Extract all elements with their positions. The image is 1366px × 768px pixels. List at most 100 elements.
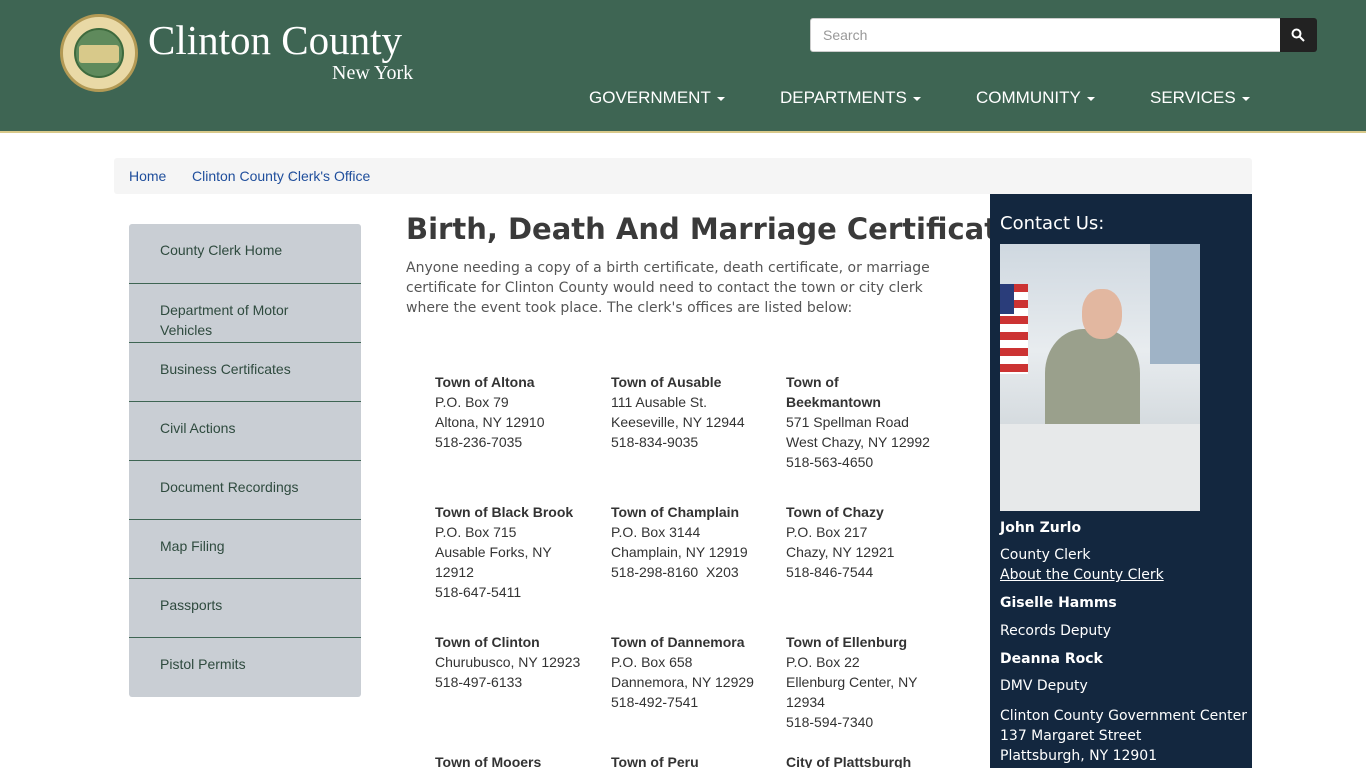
chevron-down-icon (716, 96, 725, 101)
town-entry-peru: Town of Peru (611, 752, 771, 768)
town-line: 518-594-7340 (786, 714, 874, 730)
breadcrumb-current[interactable]: Clinton County Clerk's Office (192, 168, 370, 184)
county-seal-logo[interactable] (60, 14, 138, 92)
town-line: 518-492-7541 (611, 694, 699, 710)
town-entry-clinton: Town of Clinton Churubusco, NY 12923 518… (435, 632, 595, 692)
nav-departments-label: DEPARTMENTS (780, 88, 907, 107)
search-input[interactable] (810, 18, 1281, 52)
town-entry-altona: Town of Altona P.O. Box 79 Altona, NY 12… (435, 372, 595, 452)
town-line: P.O. Box 658 (611, 654, 693, 670)
town-name: Town of Champlain (611, 504, 740, 520)
nav-community[interactable]: COMMUNITY (976, 88, 1095, 114)
town-line: Keeseville, NY 12944 (611, 414, 745, 430)
sidebar-item-label: Passports (160, 597, 223, 613)
sidebar-item-document-recordings[interactable]: Document Recordings (129, 461, 361, 520)
nav-services[interactable]: SERVICES (1150, 88, 1250, 114)
chevron-down-icon (1241, 96, 1250, 101)
seal-band (79, 45, 119, 63)
deputy2-role: DMV Deputy (1000, 678, 1088, 694)
page-title: Birth, Death And Marriage Certificates (406, 212, 1035, 246)
town-line: Churubusco, NY 12923 (435, 654, 581, 670)
town-line: P.O. Box 217 (786, 524, 868, 540)
photo-window (1150, 244, 1200, 364)
sidebar-item-label: Civil Actions (160, 420, 236, 436)
site-title[interactable]: Clinton County (148, 16, 402, 64)
town-entry-plattsburgh: City of Plattsburgh (786, 752, 946, 768)
town-name: Town of Mooers (435, 754, 542, 768)
sidebar-item-passports[interactable]: Passports (129, 579, 361, 638)
search-icon (1291, 28, 1305, 42)
address-line-1: Clinton County Government Center (1000, 708, 1247, 724)
town-entry-beekmantown: Town of Beekmantown 571 Spellman Road We… (786, 372, 936, 472)
town-entry-black-brook: Town of Black Brook P.O. Box 715 Ausable… (435, 502, 595, 602)
town-entry-chazy: Town of Chazy P.O. Box 217 Chazy, NY 129… (786, 502, 946, 582)
town-line: 571 Spellman Road (786, 414, 909, 430)
clerk-role: County Clerk (1000, 547, 1091, 563)
town-entry-ellenburg: Town of Ellenburg P.O. Box 22 Ellenburg … (786, 632, 936, 732)
town-entry-champlain: Town of Champlain P.O. Box 3144 Champlai… (611, 502, 771, 582)
town-line: 518-647-5411 (435, 584, 522, 600)
address-line-2: 137 Margaret Street (1000, 728, 1142, 744)
county-clerk-photo (1000, 244, 1200, 511)
sidebar-item-dmv[interactable]: Department of Motor Vehicles (129, 284, 361, 343)
nav-departments[interactable]: DEPARTMENTS (780, 88, 921, 114)
address-line-3: Plattsburgh, NY 12901 (1000, 748, 1158, 764)
town-name: Town of Dannemora (611, 634, 745, 650)
town-name: Town of Altona (435, 374, 535, 390)
town-entry-mooers: Town of Mooers (435, 752, 595, 768)
photo-flag-canton (1000, 284, 1014, 314)
sidebar-nav: County Clerk Home Department of Motor Ve… (129, 224, 361, 697)
town-line: 518-563-4650 (786, 454, 874, 470)
deputy2-name: Deanna Rock (1000, 651, 1103, 667)
clerk-name: John Zurlo (1000, 520, 1082, 536)
town-name: Town of Peru (611, 754, 699, 768)
town-name: Town of Black Brook (435, 504, 574, 520)
town-entry-ausable: Town of Ausable 111 Ausable St. Keesevil… (611, 372, 771, 452)
town-line: Champlain, NY 12919 (611, 544, 748, 560)
nav-government[interactable]: GOVERNMENT (589, 88, 725, 114)
search-button[interactable] (1280, 18, 1317, 52)
photo-person (1045, 329, 1140, 439)
town-line: Ellenburg Center, NY 12934 (786, 674, 918, 710)
town-name: City of Plattsburgh (786, 754, 912, 768)
breadcrumb: Home / Clinton County Clerk's Office (114, 158, 1252, 194)
sidebar-item-label: Document Recordings (160, 479, 299, 495)
sidebar-item-label: Map Filing (160, 538, 225, 554)
town-line: 111 Ausable St. (611, 394, 707, 410)
nav-services-label: SERVICES (1150, 88, 1236, 107)
deputy1-role: Records Deputy (1000, 623, 1112, 639)
sidebar-item-civil-actions[interactable]: Civil Actions (129, 402, 361, 461)
contact-title: Contact Us: (1000, 213, 1105, 234)
town-line: Chazy, NY 12921 (786, 544, 895, 560)
town-line: P.O. Box 79 (435, 394, 509, 410)
town-name: Town of Chazy (786, 504, 884, 520)
town-line: Dannemora, NY 12929 (611, 674, 754, 690)
chevron-down-icon (1086, 96, 1095, 101)
sidebar-item-label: Business Certificates (160, 361, 291, 377)
sidebar-item-label: County Clerk Home (160, 242, 283, 258)
town-line: P.O. Box 715 (435, 524, 517, 540)
town-entry-dannemora: Town of Dannemora P.O. Box 658 Dannemora… (611, 632, 771, 712)
contact-panel: Contact Us: John Zurlo County Clerk Abou… (990, 194, 1252, 768)
town-name: Town of Ellenburg (786, 634, 908, 650)
photo-person-head (1082, 289, 1122, 339)
sidebar-item-business-certificates[interactable]: Business Certificates (129, 343, 361, 402)
intro-text: Anyone needing a copy of a birth certifi… (406, 260, 930, 316)
town-line: Ausable Forks, NY 12912 (435, 544, 552, 580)
about-clerk-link[interactable]: About the County Clerk (1000, 567, 1164, 583)
site-subtitle: New York (332, 62, 414, 84)
town-line: 518-497-6133 (435, 674, 523, 690)
town-line: Altona, NY 12910 (435, 414, 545, 430)
town-line: 518-236-7035 (435, 434, 523, 450)
town-line: 518-834-9035 (611, 434, 699, 450)
town-name: Town of Beekmantown (786, 374, 881, 410)
sidebar-item-pistol-permits[interactable]: Pistol Permits (129, 638, 361, 697)
town-line: P.O. Box 22 (786, 654, 860, 670)
site-header: Clinton County New York GOVERNMENT DEPAR… (0, 0, 1366, 133)
town-line: 518-298-8160 X203 (611, 564, 739, 580)
photo-desk (1000, 424, 1200, 511)
sidebar-item-map-filing[interactable]: Map Filing (129, 520, 361, 579)
sidebar-item-county-clerk-home[interactable]: County Clerk Home (129, 224, 361, 284)
town-line: 518-846-7544 (786, 564, 874, 580)
breadcrumb-home[interactable]: Home (129, 168, 166, 184)
